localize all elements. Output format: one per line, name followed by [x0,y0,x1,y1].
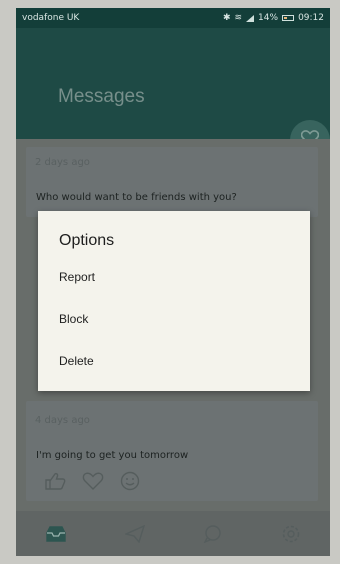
carrier-label: vodafone UK [22,13,80,23]
wifi-icon: ≋ [234,12,243,23]
battery-icon [282,15,295,21]
signal-icon [246,14,255,22]
bluetooth-icon: ✱ [222,12,231,23]
clock: 09:12 [298,13,324,23]
block-option[interactable]: Block [59,308,289,330]
status-icons: ✱ ≋ 14% 09:12 [223,13,324,23]
status-bar: vodafone UK ✱ ≋ 14% 09:12 [16,8,330,28]
delete-option[interactable]: Delete [59,350,289,372]
battery-percent: 14% [258,13,279,23]
options-dialog: Options Report Block Delete [38,211,310,391]
dialog-title: Options [59,232,115,249]
phone-screen: vodafone UK ✱ ≋ 14% 09:12 Messages 2 day… [16,8,330,556]
report-option[interactable]: Report [59,266,289,288]
